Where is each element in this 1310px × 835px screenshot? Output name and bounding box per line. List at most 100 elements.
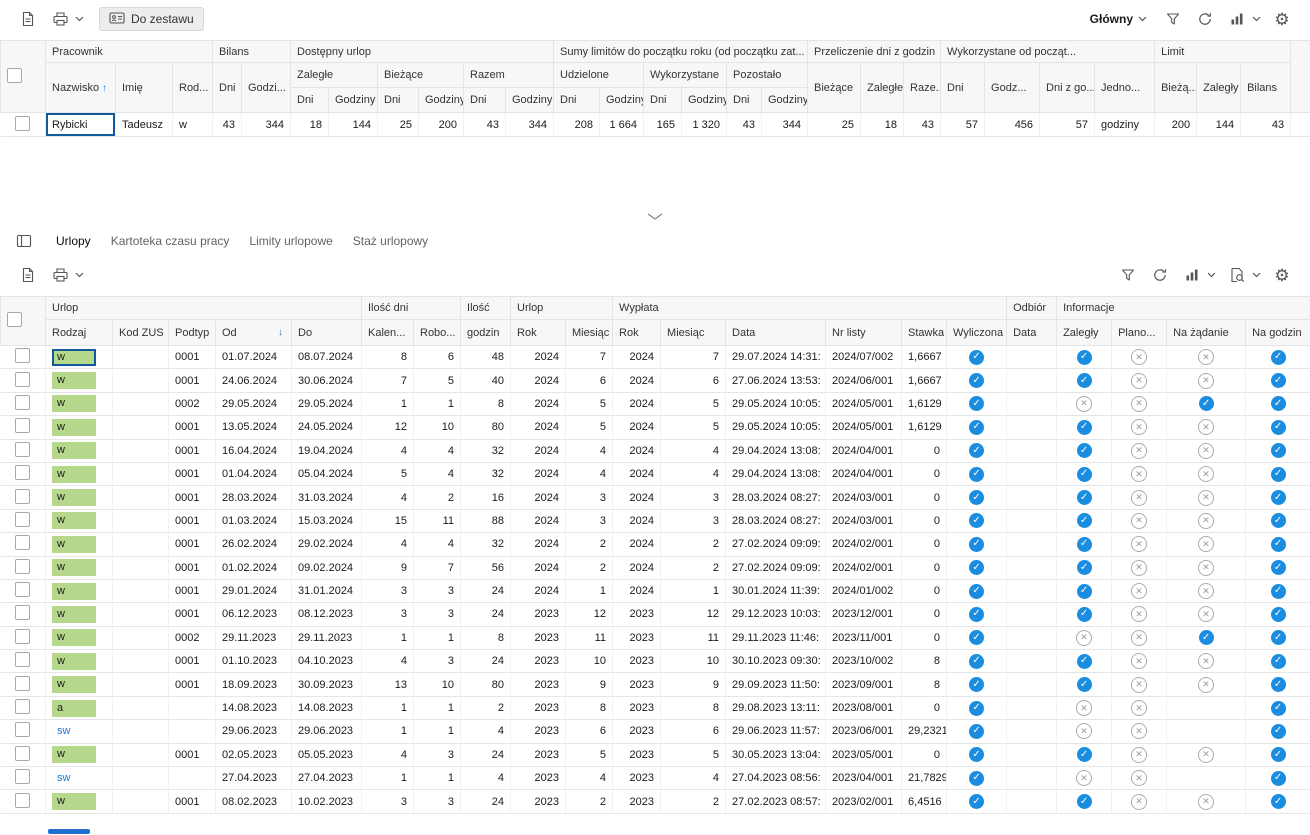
- cell-planowany[interactable]: ✕: [1111, 462, 1168, 487]
- cell-do[interactable]: 05.04.2024: [291, 462, 362, 487]
- cell-wyliczona[interactable]: ✓: [946, 719, 1008, 744]
- open-icon[interactable]: [16, 263, 40, 287]
- cell-planowany[interactable]: ✕: [1111, 766, 1168, 791]
- cell-robocze[interactable]: 1: [413, 392, 462, 417]
- cell-robocze[interactable]: 4: [413, 532, 462, 557]
- cell-robocze[interactable]: 1: [413, 696, 462, 721]
- row-checkbox[interactable]: [15, 394, 31, 410]
- cell-data-wyplaty[interactable]: 29.09.2023 11:50:: [725, 672, 827, 697]
- cell-robocze[interactable]: 3: [413, 743, 462, 768]
- cell-od[interactable]: 08.02.2023: [215, 789, 292, 814]
- cell-zalegly[interactable]: ✓: [1056, 509, 1113, 534]
- cell-na-godzine[interactable]: ✓: [1245, 556, 1310, 580]
- col-header-wykorzystane-dni[interactable]: Dni: [643, 87, 682, 113]
- cell-data-wyplaty[interactable]: 29.05.2024 10:05:: [725, 392, 827, 417]
- cell-podtyp[interactable]: 0002: [168, 626, 216, 651]
- leave-type-chip[interactable]: w: [52, 629, 96, 647]
- cell-data-odbioru[interactable]: [1006, 345, 1058, 370]
- cell-kod-zus[interactable]: [112, 766, 169, 791]
- cell-podtyp[interactable]: 0001: [168, 368, 216, 393]
- cell-wyk-dni[interactable]: 57: [940, 112, 986, 137]
- col-header-do[interactable]: Do: [291, 319, 362, 346]
- cell-zalegly[interactable]: ✓: [1056, 532, 1113, 557]
- cell-kod-zus[interactable]: [112, 789, 169, 814]
- cell-udzielone-godziny[interactable]: 1 664: [599, 112, 644, 137]
- leave-row[interactable]: w 0001 08.02.2023 10.02.2023 3 3 24 2023 2 2023 2 2…: [0, 789, 1310, 814]
- cell-miesiac-urlopu[interactable]: 6: [565, 368, 614, 393]
- cell-rodzaj[interactable]: sw: [45, 766, 113, 791]
- print-icon[interactable]: [48, 263, 72, 287]
- cell-kod-zus[interactable]: [112, 696, 169, 721]
- cell-na-godzine[interactable]: ✓: [1245, 672, 1310, 697]
- cell-na-zadanie[interactable]: ✕: [1166, 509, 1247, 534]
- cell-robocze[interactable]: 3: [413, 649, 462, 674]
- col-header-zalegle-godziny[interactable]: Godziny: [328, 87, 378, 113]
- cell-kod-zus[interactable]: [112, 392, 169, 417]
- leave-type-chip[interactable]: w: [52, 348, 96, 366]
- col-header-limit-bilans[interactable]: Bilans: [1240, 62, 1292, 113]
- cell-miesiac-urlopu[interactable]: 1: [565, 579, 614, 604]
- cell-podtyp[interactable]: 0001: [168, 672, 216, 697]
- cell-od[interactable]: 29.01.2024: [215, 579, 292, 604]
- cell-miesiac-wyplaty[interactable]: 5: [660, 392, 727, 417]
- cell-razem-godziny[interactable]: 344: [505, 112, 554, 137]
- cell-stawka[interactable]: 0: [901, 485, 948, 510]
- cell-na-godzine[interactable]: ✓: [1245, 696, 1310, 721]
- cell-kod-zus[interactable]: [112, 439, 169, 463]
- panel-splitter[interactable]: [0, 208, 1310, 226]
- cell-miesiac-urlopu[interactable]: 5: [565, 415, 614, 440]
- cell-miesiac-wyplaty[interactable]: 8: [660, 696, 727, 721]
- cell-data-odbioru[interactable]: [1006, 672, 1058, 697]
- cell-godzin[interactable]: 24: [460, 579, 512, 604]
- leave-row[interactable]: w 0002 29.05.2024 29.05.2024 1 1 8 2024 5 2024 5 29…: [0, 392, 1310, 417]
- cell-wyliczona[interactable]: ✓: [946, 439, 1008, 463]
- cell-godzin[interactable]: 24: [460, 602, 512, 627]
- leave-row[interactable]: w 0001 28.03.2024 31.03.2024 4 2 16 2024 3 2024 3 2…: [0, 485, 1310, 510]
- cell-kod-zus[interactable]: [112, 509, 169, 534]
- leave-type-chip[interactable]: w: [52, 676, 96, 694]
- cell-data-wyplaty[interactable]: 29.11.2023 11:46:: [725, 626, 827, 651]
- cell-miesiac-wyplaty[interactable]: 6: [660, 368, 727, 393]
- cell-od[interactable]: 29.05.2024: [215, 392, 292, 417]
- row-checkbox[interactable]: [15, 582, 31, 598]
- cell-od[interactable]: 01.10.2023: [215, 649, 292, 674]
- cell-godzin[interactable]: 80: [460, 672, 512, 697]
- cell-rok-urlopu[interactable]: 2024: [510, 556, 567, 580]
- cell-stawka[interactable]: 1,6667: [901, 345, 948, 370]
- leave-type-chip[interactable]: w: [52, 418, 96, 436]
- cell-nazwisko[interactable]: Rybicki: [45, 112, 116, 137]
- cell-kod-zus[interactable]: [112, 485, 169, 510]
- col-header-bilans-godziny[interactable]: Godzi...: [241, 62, 291, 113]
- cell-rok-wyplaty[interactable]: 2024: [612, 579, 662, 604]
- cell-stawka[interactable]: 29,2321: [901, 719, 948, 744]
- cell-data-wyplaty[interactable]: 27.02.2024 09:09:: [725, 532, 827, 557]
- cell-data-odbioru[interactable]: [1006, 579, 1058, 604]
- cell-zalegly[interactable]: ✓: [1056, 345, 1113, 370]
- cell-na-godzine[interactable]: ✓: [1245, 649, 1310, 674]
- cell-podtyp[interactable]: 0001: [168, 532, 216, 557]
- cell-zalegly[interactable]: ✓: [1056, 602, 1113, 627]
- leave-row[interactable]: w 0001 13.05.2024 24.05.2024 12 10 80 2024 5 2024…: [0, 415, 1310, 440]
- cell-godzin[interactable]: 32: [460, 439, 512, 463]
- cell-rok-urlopu[interactable]: 2024: [510, 392, 567, 417]
- cell-kod-zus[interactable]: [112, 743, 169, 768]
- chart-dropdown-chevron-icon[interactable]: [1205, 263, 1217, 287]
- cell-rok-urlopu[interactable]: 2024: [510, 462, 567, 487]
- cell-od[interactable]: 01.03.2024: [215, 509, 292, 534]
- cell-kalendarzowe[interactable]: 9: [361, 556, 414, 580]
- row-checkbox[interactable]: [15, 652, 31, 668]
- cell-wyliczona[interactable]: ✓: [946, 556, 1008, 580]
- cell-rodzaj[interactable]: w: [45, 462, 113, 487]
- leave-type-chip[interactable]: a: [52, 699, 96, 717]
- cell-data-wyplaty[interactable]: 29.07.2024 14:31:: [725, 345, 827, 370]
- cell-zalegly[interactable]: ✓: [1056, 368, 1113, 393]
- cell-kalendarzowe[interactable]: 3: [361, 579, 414, 604]
- col-header-wyk-dni[interactable]: Dni: [940, 62, 986, 113]
- cell-godzin[interactable]: 88: [460, 509, 512, 534]
- cell-na-godzine[interactable]: ✓: [1245, 415, 1310, 440]
- leave-type-chip[interactable]: w: [52, 535, 96, 553]
- employee-row[interactable]: Rybicki Tadeusz w 43 344 18 144 25 200 4…: [0, 112, 1310, 137]
- cell-imie[interactable]: Tadeusz: [115, 112, 173, 137]
- cell-godzin[interactable]: 40: [460, 368, 512, 393]
- cell-rok-wyplaty[interactable]: 2023: [612, 789, 662, 814]
